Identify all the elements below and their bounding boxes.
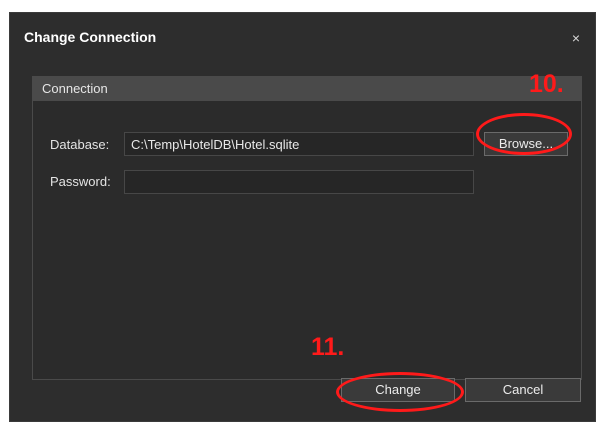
close-icon[interactable]: × (569, 31, 583, 45)
change-connection-dialog: Change Connection × Connection Database:… (9, 12, 596, 422)
connection-group: Connection Database: Browse... Password: (32, 76, 582, 380)
database-label: Database: (50, 137, 110, 152)
change-button[interactable]: Change (341, 378, 455, 402)
annotation-step-10: 10. (529, 70, 564, 98)
password-field[interactable] (124, 170, 474, 194)
connection-group-header: Connection (33, 77, 581, 101)
browse-button[interactable]: Browse... (484, 132, 568, 156)
annotation-step-11: 11. (311, 333, 345, 361)
dialog-title: Change Connection (24, 29, 157, 45)
database-field[interactable] (124, 132, 474, 156)
cancel-button[interactable]: Cancel (465, 378, 581, 402)
password-label: Password: (50, 174, 111, 189)
